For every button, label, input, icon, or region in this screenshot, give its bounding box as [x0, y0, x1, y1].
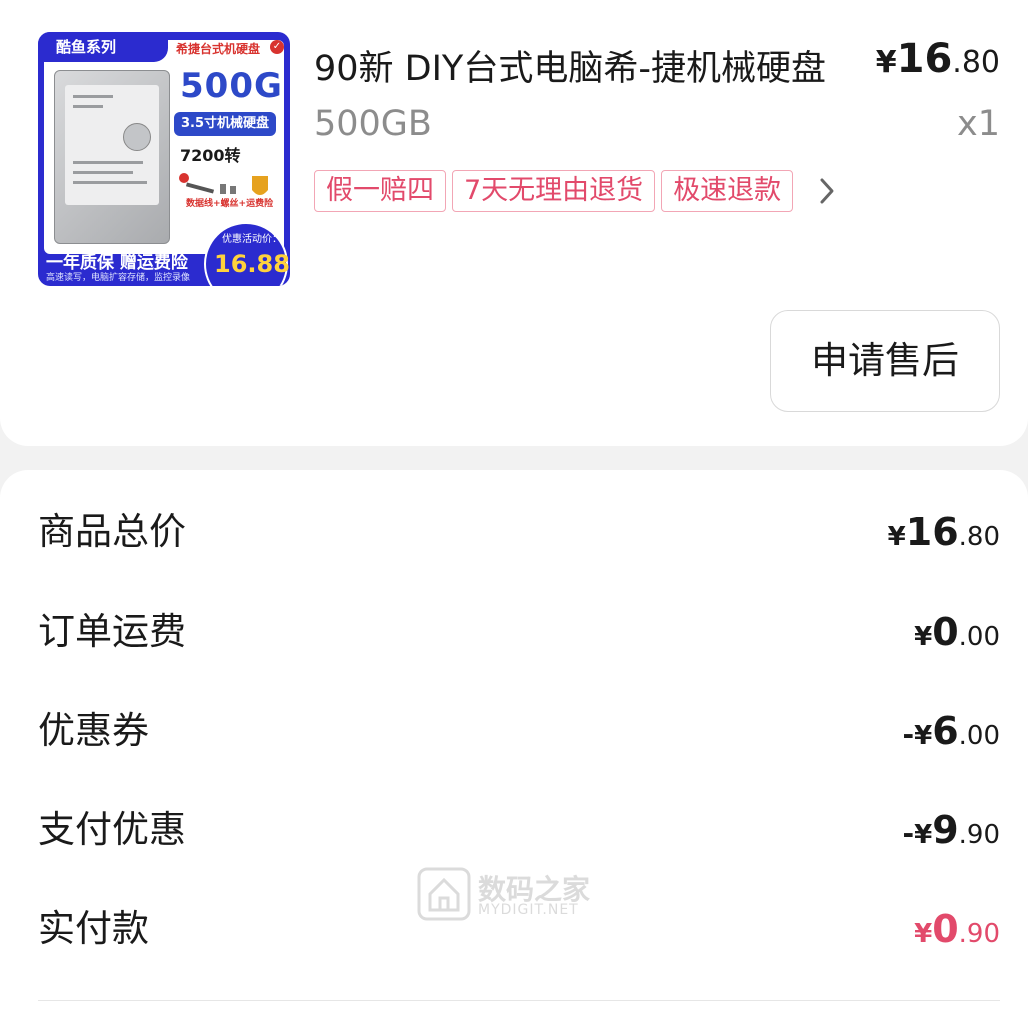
- product-quantity: x1: [957, 104, 1000, 144]
- promo-label: 优惠活动价：: [222, 234, 282, 245]
- summary-amount: ¥0.00: [914, 602, 1000, 670]
- amount-decimal: .00: [958, 622, 1000, 652]
- summary-label: 支付优惠: [38, 808, 186, 851]
- service-tags[interactable]: 假一赔四 7天无理由退货 极速退款: [314, 170, 845, 212]
- amount-symbol: ¥: [914, 721, 933, 751]
- amount-decimal: .90: [958, 820, 1000, 850]
- amount-decimal: .80: [958, 522, 1000, 552]
- summary-label: 实付款: [38, 907, 149, 950]
- product-card: 酷鱼系列 希捷台式机硬盘 ✓ 500G 3.5寸机械硬盘 7200转 数据线+螺…: [0, 0, 1028, 446]
- summary-row-coupon: 优惠券 -¥6.00: [38, 701, 1000, 761]
- summary-amount: -¥6.00: [902, 701, 1000, 769]
- summary-amount: ¥0.90: [914, 899, 1000, 967]
- amount-symbol: ¥: [914, 919, 933, 949]
- amount-symbol: ¥: [914, 820, 933, 850]
- summary-label: 优惠券: [38, 709, 149, 752]
- thumbnail-size: 3.5寸机械硬盘: [174, 112, 276, 136]
- amount-integer: 9: [932, 808, 959, 852]
- amount-sign: -: [902, 718, 915, 751]
- service-tag[interactable]: 7天无理由退货: [452, 170, 656, 212]
- apply-after-sale-button[interactable]: 申请售后: [770, 310, 1000, 412]
- summary-amount: -¥9.90: [902, 800, 1000, 868]
- hard-drive-illustration: [54, 70, 170, 244]
- service-tag[interactable]: 假一赔四: [314, 170, 446, 212]
- amount-integer: 0: [932, 610, 959, 654]
- thumbnail-subnote: 高速读写，电脑扩容存储，监控录像: [46, 273, 191, 283]
- product-thumbnail[interactable]: 酷鱼系列 希捷台式机硬盘 ✓ 500G 3.5寸机械硬盘 7200转 数据线+螺…: [38, 32, 290, 286]
- thumbnail-series: 酷鱼系列: [38, 32, 168, 62]
- check-icon: ✓: [270, 40, 284, 54]
- product-spec: 500GB: [314, 104, 432, 144]
- amount-symbol: ¥: [914, 622, 933, 652]
- amount-integer: 6: [932, 709, 959, 753]
- drive-disc: [123, 123, 151, 151]
- drive-label: [65, 85, 159, 205]
- thumbnail-capacity: 500G: [180, 66, 283, 106]
- amount-symbol: ¥: [887, 522, 906, 552]
- chevron-right-icon[interactable]: [809, 170, 845, 212]
- price-symbol: ¥: [875, 45, 897, 80]
- divider: [38, 1000, 1000, 1001]
- watermark: 数码之家 MYDIGIT.NET: [416, 866, 616, 922]
- summary-row-shipping: 订单运费 ¥0.00: [38, 602, 1000, 662]
- watermark-subtext: MYDIGIT.NET: [478, 902, 579, 918]
- amount-integer: 16: [905, 510, 959, 554]
- price-integer: 16: [896, 36, 953, 82]
- summary-row-payment-discount: 支付优惠 -¥9.90: [38, 800, 1000, 860]
- price-decimal: .80: [952, 45, 1000, 80]
- amount-sign: -: [902, 817, 915, 850]
- summary-row-subtotal: 商品总价 ¥16.80: [38, 502, 1000, 562]
- thumbnail-rpm: 7200转: [180, 146, 241, 165]
- service-tag[interactable]: 极速退款: [661, 170, 794, 212]
- thumbnail-accessories: 数据线+螺丝+运费险: [186, 199, 274, 209]
- amount-decimal: .90: [958, 919, 1000, 949]
- promo-price: 16.88: [214, 250, 290, 278]
- summary-label: 商品总价: [38, 510, 186, 553]
- product-title[interactable]: 90新 DIY台式电脑希-捷机械硬盘: [314, 40, 862, 91]
- order-summary-card: 商品总价 ¥16.80 订单运费 ¥0.00 优惠券 -¥6.00 支付优惠 -…: [0, 470, 1028, 1016]
- thumbnail-brand-line: 希捷台式机硬盘: [176, 42, 261, 56]
- amount-decimal: .00: [958, 721, 1000, 751]
- amount-integer: 0: [932, 907, 959, 951]
- summary-label: 订单运费: [38, 610, 186, 653]
- product-price: ¥16.80: [876, 36, 1000, 82]
- summary-amount: ¥16.80: [888, 502, 1000, 570]
- watermark-logo-icon: [417, 867, 471, 921]
